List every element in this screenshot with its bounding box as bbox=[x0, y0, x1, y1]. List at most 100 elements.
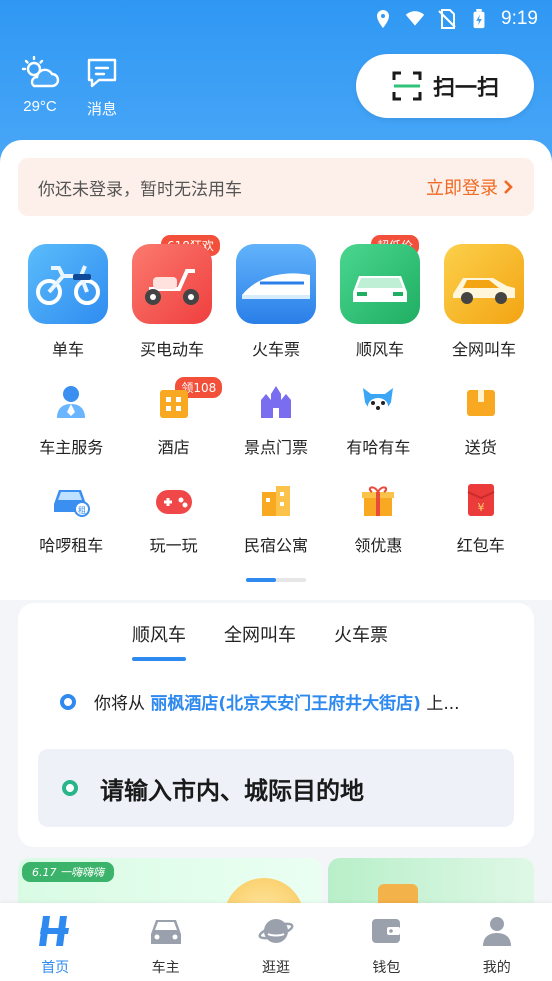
message-icon bbox=[87, 58, 117, 88]
nav-home[interactable]: 首页 bbox=[15, 913, 95, 977]
service-rental-label: 哈啰租车 bbox=[39, 536, 104, 555]
service-games-label: 玩一玩 bbox=[149, 536, 198, 555]
box-icon bbox=[461, 382, 501, 422]
login-prompt[interactable]: 你还未登录，暂时无法用车 立即登录 bbox=[18, 158, 534, 216]
train-icon bbox=[236, 244, 316, 324]
car-green-icon bbox=[340, 244, 420, 324]
apartment-icon bbox=[256, 480, 296, 520]
service-driver-label: 车主服务 bbox=[39, 438, 104, 457]
wallet-icon bbox=[368, 913, 404, 949]
destination-dot-icon bbox=[62, 780, 78, 796]
svg-text:租: 租 bbox=[78, 506, 86, 515]
profile-icon bbox=[479, 913, 515, 949]
pickup-dot-icon bbox=[60, 693, 76, 710]
service-tickets[interactable]: 景点门票 bbox=[225, 382, 327, 458]
pickup-location[interactable]: 你将从 丽枫酒店(北京天安门王府井大街店) 上... bbox=[60, 689, 520, 714]
bottom-navigation: 首页 车主 逛逛 钱包 我的 bbox=[0, 903, 552, 981]
gift-icon bbox=[358, 480, 398, 520]
service-carpool[interactable]: 超低价 顺风车 bbox=[332, 234, 428, 360]
rental-car-icon: 租 bbox=[51, 480, 91, 520]
service-ride-hailing-label: 全网叫车 bbox=[451, 340, 516, 359]
service-delivery[interactable]: 送货 bbox=[430, 382, 532, 458]
gamepad-icon bbox=[154, 480, 194, 520]
driver-service-icon bbox=[51, 382, 91, 422]
tab-ride-hailing[interactable]: 全网叫车 bbox=[224, 621, 296, 661]
tab-carpool[interactable]: 顺风车 bbox=[132, 621, 186, 661]
scan-icon bbox=[392, 71, 422, 101]
secondary-services: 车主服务 领108 酒店 景点门票 有哈有车 送货 租 哈啰租车 玩一玩 民宿公… bbox=[20, 376, 532, 556]
service-ebike-label: 买电动车 bbox=[139, 340, 204, 359]
page-indicator-active bbox=[246, 578, 276, 582]
messages-button[interactable]: 消息 bbox=[80, 56, 124, 119]
no-sim-icon bbox=[438, 9, 456, 29]
wifi-icon bbox=[405, 11, 425, 26]
chevron-right-icon bbox=[504, 180, 513, 194]
service-train[interactable]: 火车票 bbox=[228, 244, 324, 360]
service-youha-label: 有哈有车 bbox=[346, 438, 411, 457]
hotel-icon bbox=[154, 382, 194, 422]
login-link[interactable]: 立即登录 bbox=[426, 174, 514, 200]
service-delivery-label: 送货 bbox=[464, 438, 497, 457]
service-coupons[interactable]: 领优惠 bbox=[327, 480, 429, 556]
service-driver[interactable]: 车主服务 bbox=[20, 382, 122, 458]
service-ride-hailing[interactable]: 全网叫车 bbox=[436, 244, 532, 360]
service-homestay[interactable]: 民宿公寓 bbox=[225, 480, 327, 556]
home-icon bbox=[37, 913, 73, 949]
status-time: 9:19 bbox=[501, 8, 538, 29]
services-card: 你还未登录，暂时无法用车 立即登录 单车 618狂欢 bbox=[0, 140, 552, 600]
service-hotel-label: 酒店 bbox=[157, 438, 190, 457]
red-envelope-icon: ¥ bbox=[461, 480, 501, 520]
service-homestay-label: 民宿公寓 bbox=[243, 536, 308, 555]
login-hint: 你还未登录，暂时无法用车 bbox=[38, 179, 242, 200]
destination-placeholder: 请输入市内、城际目的地 bbox=[100, 776, 364, 805]
destination-input[interactable]: 请输入市内、城际目的地 bbox=[38, 749, 514, 827]
service-bike-label: 单车 bbox=[51, 340, 84, 359]
service-hotel[interactable]: 领108 酒店 bbox=[122, 376, 224, 458]
scooter-icon bbox=[132, 244, 212, 324]
planet-icon bbox=[258, 913, 294, 949]
car-yellow-icon bbox=[444, 244, 524, 324]
partly-cloudy-icon bbox=[21, 55, 60, 88]
service-train-label: 火车票 bbox=[251, 340, 300, 359]
service-ebike[interactable]: 618狂欢 买电动车 bbox=[124, 234, 221, 360]
tab-train[interactable]: 火车票 bbox=[334, 621, 388, 661]
nav-profile-label: 我的 bbox=[482, 960, 511, 976]
nav-wallet[interactable]: 钱包 bbox=[346, 913, 426, 977]
battery-charging-icon bbox=[473, 9, 485, 29]
nav-home-label: 首页 bbox=[41, 960, 70, 976]
weather-widget[interactable]: 29°C bbox=[18, 55, 62, 115]
weather-temperature: 29°C bbox=[23, 98, 57, 115]
login-link-label: 立即登录 bbox=[426, 178, 498, 199]
scan-button[interactable]: 扫一扫 bbox=[356, 54, 534, 118]
banner-tag: 6.17 一嗨嗨嗨 bbox=[22, 862, 114, 882]
pickup-place: 丽枫酒店(北京天安门王府井大街店) bbox=[150, 694, 421, 714]
location-icon bbox=[377, 10, 390, 28]
messages-label: 消息 bbox=[86, 100, 117, 118]
nav-explore[interactable]: 逛逛 bbox=[236, 913, 316, 977]
service-games[interactable]: 玩一玩 bbox=[122, 480, 224, 556]
nav-car-owner-label: 车主 bbox=[151, 960, 180, 976]
primary-services: 单车 618狂欢 买电动车 火车票 bbox=[20, 234, 532, 360]
trip-card: 顺风车 全网叫车 火车票 你将从 丽枫酒店(北京天安门王府井大街店) 上... … bbox=[18, 603, 534, 847]
service-red-envelope[interactable]: ¥ 红包车 bbox=[430, 480, 532, 556]
service-rental[interactable]: 租 哈啰租车 bbox=[20, 480, 122, 556]
mascot-icon bbox=[358, 382, 398, 422]
service-bike[interactable]: 单车 bbox=[20, 244, 116, 360]
nav-car-owner[interactable]: 车主 bbox=[126, 913, 206, 977]
svg-text:¥: ¥ bbox=[477, 501, 484, 514]
service-red-envelope-label: 红包车 bbox=[456, 536, 505, 555]
nav-profile[interactable]: 我的 bbox=[457, 913, 537, 977]
service-carpool-label: 顺风车 bbox=[355, 340, 404, 359]
service-youha[interactable]: 有哈有车 bbox=[327, 382, 429, 458]
pickup-suffix: 上... bbox=[426, 694, 460, 714]
castle-icon bbox=[256, 382, 296, 422]
pickup-prefix: 你将从 bbox=[94, 694, 145, 714]
bicycle-icon bbox=[28, 244, 108, 324]
scan-label: 扫一扫 bbox=[432, 76, 499, 101]
service-tickets-label: 景点门票 bbox=[243, 438, 308, 457]
service-coupons-label: 领优惠 bbox=[354, 536, 403, 555]
nav-wallet-label: 钱包 bbox=[372, 960, 401, 976]
page-indicator bbox=[246, 578, 306, 582]
status-bar: 9:19 bbox=[0, 0, 552, 38]
trip-tabs: 顺风车 全网叫车 火车票 bbox=[18, 621, 534, 661]
